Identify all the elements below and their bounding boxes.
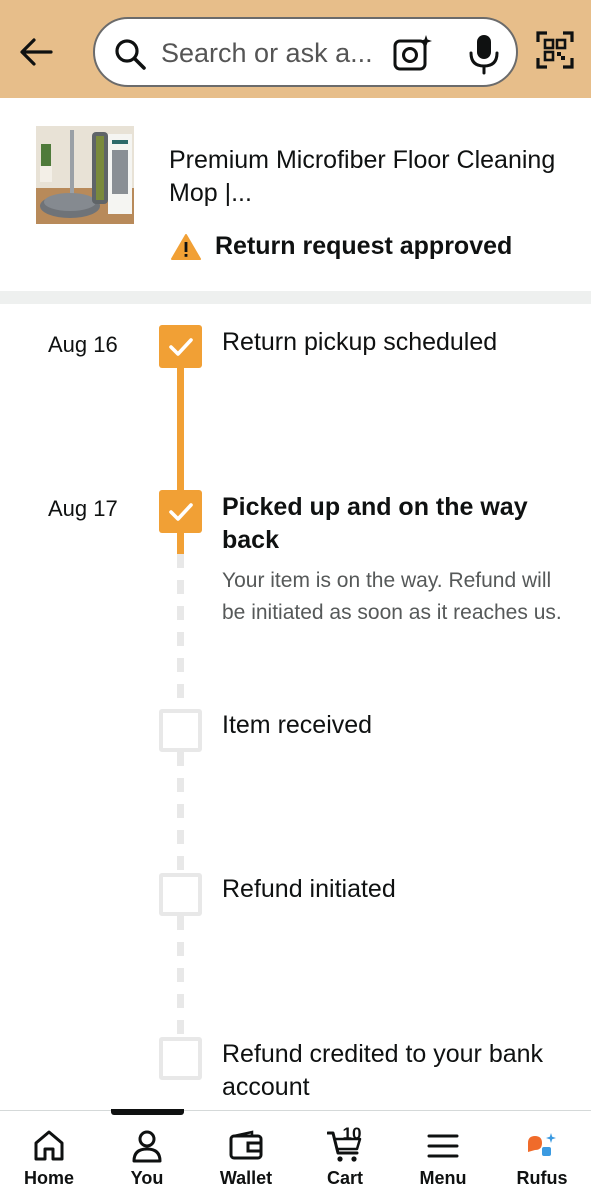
cart-count-badge: 10 <box>342 1124 362 1143</box>
back-button[interactable] <box>12 28 60 76</box>
nav-label: Rufus <box>516 1168 568 1188</box>
section-divider <box>0 291 591 304</box>
nav-menu[interactable]: Menu <box>394 1111 492 1200</box>
home-icon <box>34 1130 64 1161</box>
search-input[interactable]: Search or ask a... <box>161 31 381 75</box>
nav-label: Home <box>23 1168 74 1188</box>
nav-label: Cart <box>326 1168 363 1188</box>
step-check-pending <box>159 1037 202 1080</box>
header-bar: Search or ask a... <box>0 0 591 98</box>
camera-lens-icon[interactable] <box>392 33 434 75</box>
checkmark-icon <box>168 337 193 356</box>
nav-label: Wallet <box>219 1168 273 1188</box>
step-label: Item received <box>222 711 373 739</box>
step-description: Your item is on the way. Refund will be … <box>222 569 562 624</box>
mop-product-image <box>36 126 134 224</box>
rufus-icon <box>528 1133 556 1156</box>
person-icon <box>132 1130 162 1163</box>
nav-home[interactable]: Home <box>0 1111 98 1200</box>
checkmark-icon <box>168 502 193 521</box>
search-bar[interactable]: Search or ask a... <box>93 17 518 87</box>
product-thumbnail[interactable] <box>36 126 134 224</box>
status-text: Return request approved <box>215 232 513 260</box>
microphone-icon[interactable] <box>465 33 503 75</box>
step-label: Refund initiated <box>222 875 396 903</box>
step-check-done <box>159 490 202 533</box>
step-label: Picked up and on the way back <box>222 493 528 554</box>
back-arrow-icon <box>20 38 53 66</box>
qr-scanner-icon[interactable] <box>536 31 574 69</box>
product-summary[interactable]: Premium Microfiber Floor Cleaning Mop |.… <box>0 98 591 290</box>
search-icon <box>115 39 146 70</box>
step-date: Aug 16 <box>48 332 118 357</box>
return-timeline: Aug 16 Return pickup scheduled Aug 17 Pi… <box>0 304 591 1110</box>
nav-rufus[interactable]: Rufus <box>493 1111 591 1200</box>
step-check-done <box>159 325 202 368</box>
timeline-pending-line <box>177 752 184 880</box>
nav-label: Menu <box>419 1168 467 1188</box>
step-check-pending <box>159 709 202 752</box>
step-check-pending <box>159 873 202 916</box>
wallet-icon <box>229 1130 263 1160</box>
timeline-pending-line <box>177 554 184 719</box>
product-title[interactable]: Premium Microfiber Floor Cleaning Mop |.… <box>169 144 559 210</box>
bottom-navigation: Home You Wallet Cart Menu Rufus <box>0 1109 591 1200</box>
warning-icon <box>171 233 201 260</box>
menu-icon <box>427 1134 459 1158</box>
step-label: Return pickup scheduled <box>222 328 498 356</box>
return-status: Return request approved <box>171 232 512 261</box>
step-date: Aug 17 <box>48 496 118 521</box>
timeline-pending-line <box>177 916 184 1044</box>
nav-you[interactable]: You <box>98 1111 196 1200</box>
step-label: Refund credited to your bank account <box>222 1040 544 1101</box>
nav-wallet[interactable]: Wallet <box>197 1111 295 1200</box>
nav-label: You <box>130 1168 164 1188</box>
